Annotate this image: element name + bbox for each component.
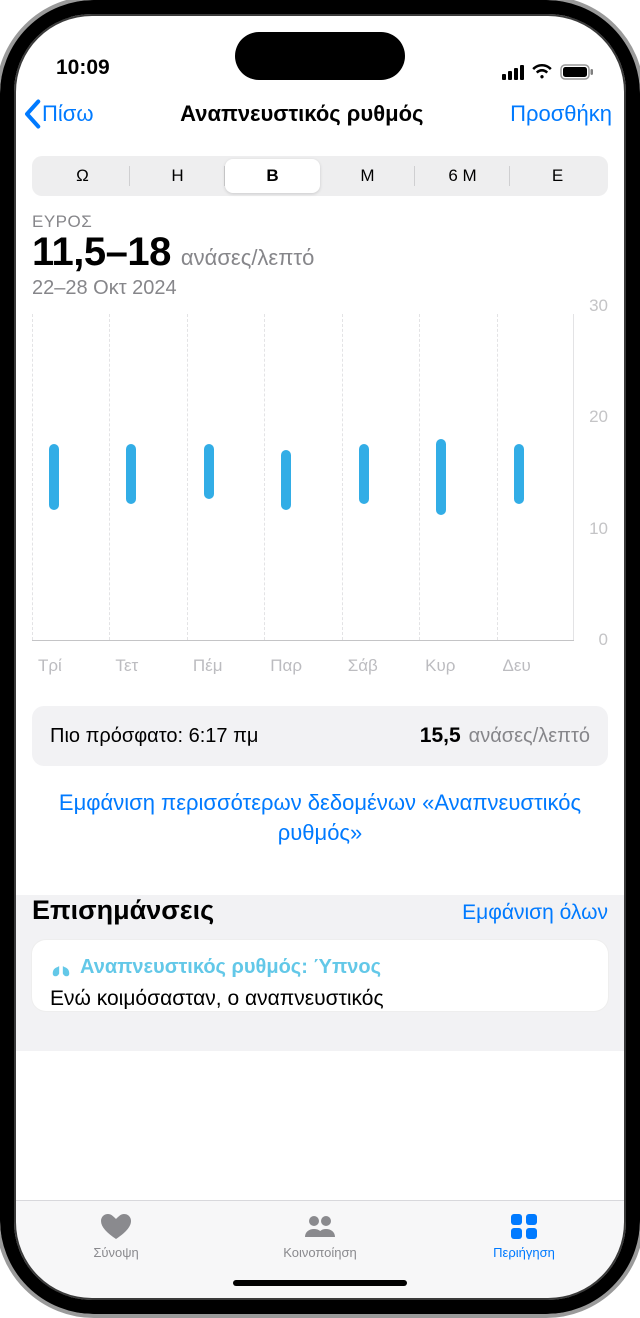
chart-bar bbox=[49, 444, 59, 509]
show-all-link[interactable]: Εμφάνιση όλων bbox=[462, 901, 608, 925]
chart-column bbox=[109, 314, 186, 640]
y-tick: 0 bbox=[599, 630, 608, 650]
segment-Ε[interactable]: Ε bbox=[510, 159, 605, 193]
tab-summary[interactable]: Σύνοψη bbox=[14, 1211, 218, 1260]
segment-Β[interactable]: Β bbox=[225, 159, 320, 193]
wifi-icon bbox=[531, 64, 553, 80]
chart-column bbox=[32, 314, 109, 640]
cellular-icon bbox=[502, 65, 524, 80]
status-time: 10:09 bbox=[56, 56, 110, 80]
people-icon bbox=[302, 1211, 338, 1241]
highlight-card-title: Αναπνευστικός ρυθμός: Ύπνος bbox=[80, 956, 381, 979]
y-tick: 20 bbox=[589, 407, 608, 427]
x-tick: Κυρ bbox=[419, 648, 496, 686]
tab-sharing[interactable]: Κοινοποίηση bbox=[218, 1211, 422, 1260]
add-button[interactable]: Προσθήκη bbox=[510, 101, 612, 127]
x-tick: Σάβ bbox=[342, 648, 419, 686]
heart-icon bbox=[98, 1211, 134, 1241]
show-more-data-link[interactable]: Εμφάνιση περισσότερων δεδομένων «Αναπνευ… bbox=[32, 788, 608, 847]
chart-bar bbox=[281, 450, 291, 510]
chart-column bbox=[497, 314, 574, 640]
tab-label: Κοινοποίηση bbox=[283, 1245, 357, 1260]
x-tick: Τετ bbox=[109, 648, 186, 686]
y-tick: 30 bbox=[589, 296, 608, 316]
highlight-card[interactable]: Αναπνευστικός ρυθμός: Ύπνος Ενώ κοιμόσασ… bbox=[32, 940, 608, 1011]
nav-bar: Πίσω Αναπνευστικός ρυθμός Προσθήκη bbox=[14, 86, 626, 142]
range-label: ΕΥΡΟΣ bbox=[32, 212, 608, 232]
back-button[interactable]: Πίσω bbox=[22, 99, 94, 129]
chart-column bbox=[187, 314, 264, 640]
segment-6 Μ[interactable]: 6 Μ bbox=[415, 159, 510, 193]
chart-bar bbox=[359, 444, 369, 504]
x-tick: Παρ bbox=[264, 648, 341, 686]
latest-label: Πιο πρόσφατο: 6:17 πμ bbox=[50, 725, 258, 748]
range-unit: ανάσες/λεπτό bbox=[181, 245, 314, 271]
tab-label: Περιήγηση bbox=[493, 1245, 555, 1260]
segment-Η[interactable]: Η bbox=[130, 159, 225, 193]
y-tick: 10 bbox=[589, 519, 608, 539]
latest-reading-card[interactable]: Πιο πρόσφατο: 6:17 πμ 15,5 ανάσες/λεπτό bbox=[32, 706, 608, 766]
page-title: Αναπνευστικός ρυθμός bbox=[180, 101, 423, 127]
range-date: 22–28 Οκτ 2024 bbox=[32, 277, 608, 300]
highlight-card-body: Ενώ κοιμόσασταν, ο αναπνευστικός bbox=[50, 987, 590, 1011]
chart-column bbox=[264, 314, 341, 640]
x-tick: Τρί bbox=[32, 648, 109, 686]
lungs-icon bbox=[50, 958, 72, 978]
status-icons bbox=[502, 64, 594, 80]
x-tick: Πέμ bbox=[187, 648, 264, 686]
chart[interactable]: 0102030 ΤρίΤετΠέμΠαρΣάβΚυρΔευ bbox=[32, 306, 608, 686]
back-label: Πίσω bbox=[42, 101, 94, 127]
chart-column bbox=[419, 314, 496, 640]
grid-icon bbox=[506, 1211, 542, 1241]
x-tick: Δευ bbox=[497, 648, 574, 686]
latest-unit: ανάσες/λεπτό bbox=[469, 725, 590, 748]
segment-Ω[interactable]: Ω bbox=[35, 159, 130, 193]
chart-bar bbox=[514, 444, 524, 504]
chart-bar bbox=[436, 439, 446, 515]
chart-bar bbox=[126, 444, 136, 504]
tab-browse[interactable]: Περιήγηση bbox=[422, 1211, 626, 1260]
segment-Μ[interactable]: Μ bbox=[320, 159, 415, 193]
range-summary: ΕΥΡΟΣ 11,5–18 ανάσες/λεπτό 22–28 Οκτ 202… bbox=[32, 212, 608, 300]
range-value: 11,5–18 bbox=[32, 230, 171, 275]
highlights-title: Επισημάνσεις bbox=[32, 895, 214, 926]
chevron-left-icon bbox=[22, 99, 42, 129]
tab-label: Σύνοψη bbox=[93, 1245, 138, 1260]
battery-icon bbox=[560, 64, 594, 80]
time-range-segmented[interactable]: ΩΗΒΜ6 ΜΕ bbox=[32, 156, 608, 196]
chart-bar bbox=[204, 444, 214, 498]
home-indicator[interactable] bbox=[233, 1280, 407, 1286]
chart-column bbox=[342, 314, 419, 640]
latest-value: 15,5 bbox=[420, 724, 461, 748]
